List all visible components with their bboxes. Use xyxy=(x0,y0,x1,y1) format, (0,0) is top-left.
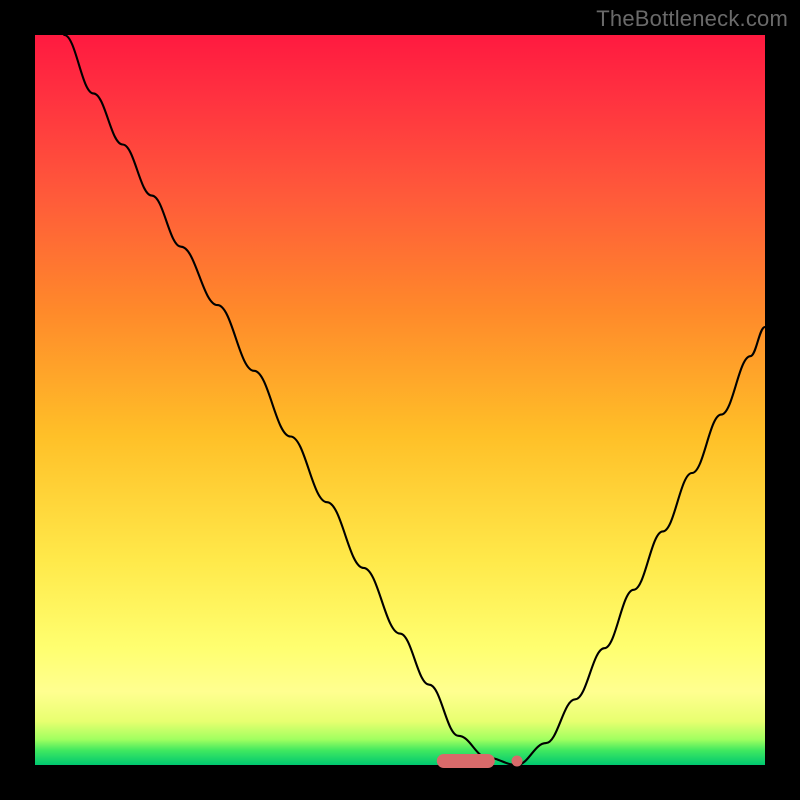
watermark-text: TheBottleneck.com xyxy=(596,6,788,32)
chart-frame: TheBottleneck.com xyxy=(0,0,800,800)
optimal-range-marker xyxy=(436,754,494,768)
plot-area xyxy=(35,35,765,765)
bottleneck-curve xyxy=(64,35,765,765)
optimal-point-dot xyxy=(511,755,522,766)
curve-layer xyxy=(35,35,765,765)
